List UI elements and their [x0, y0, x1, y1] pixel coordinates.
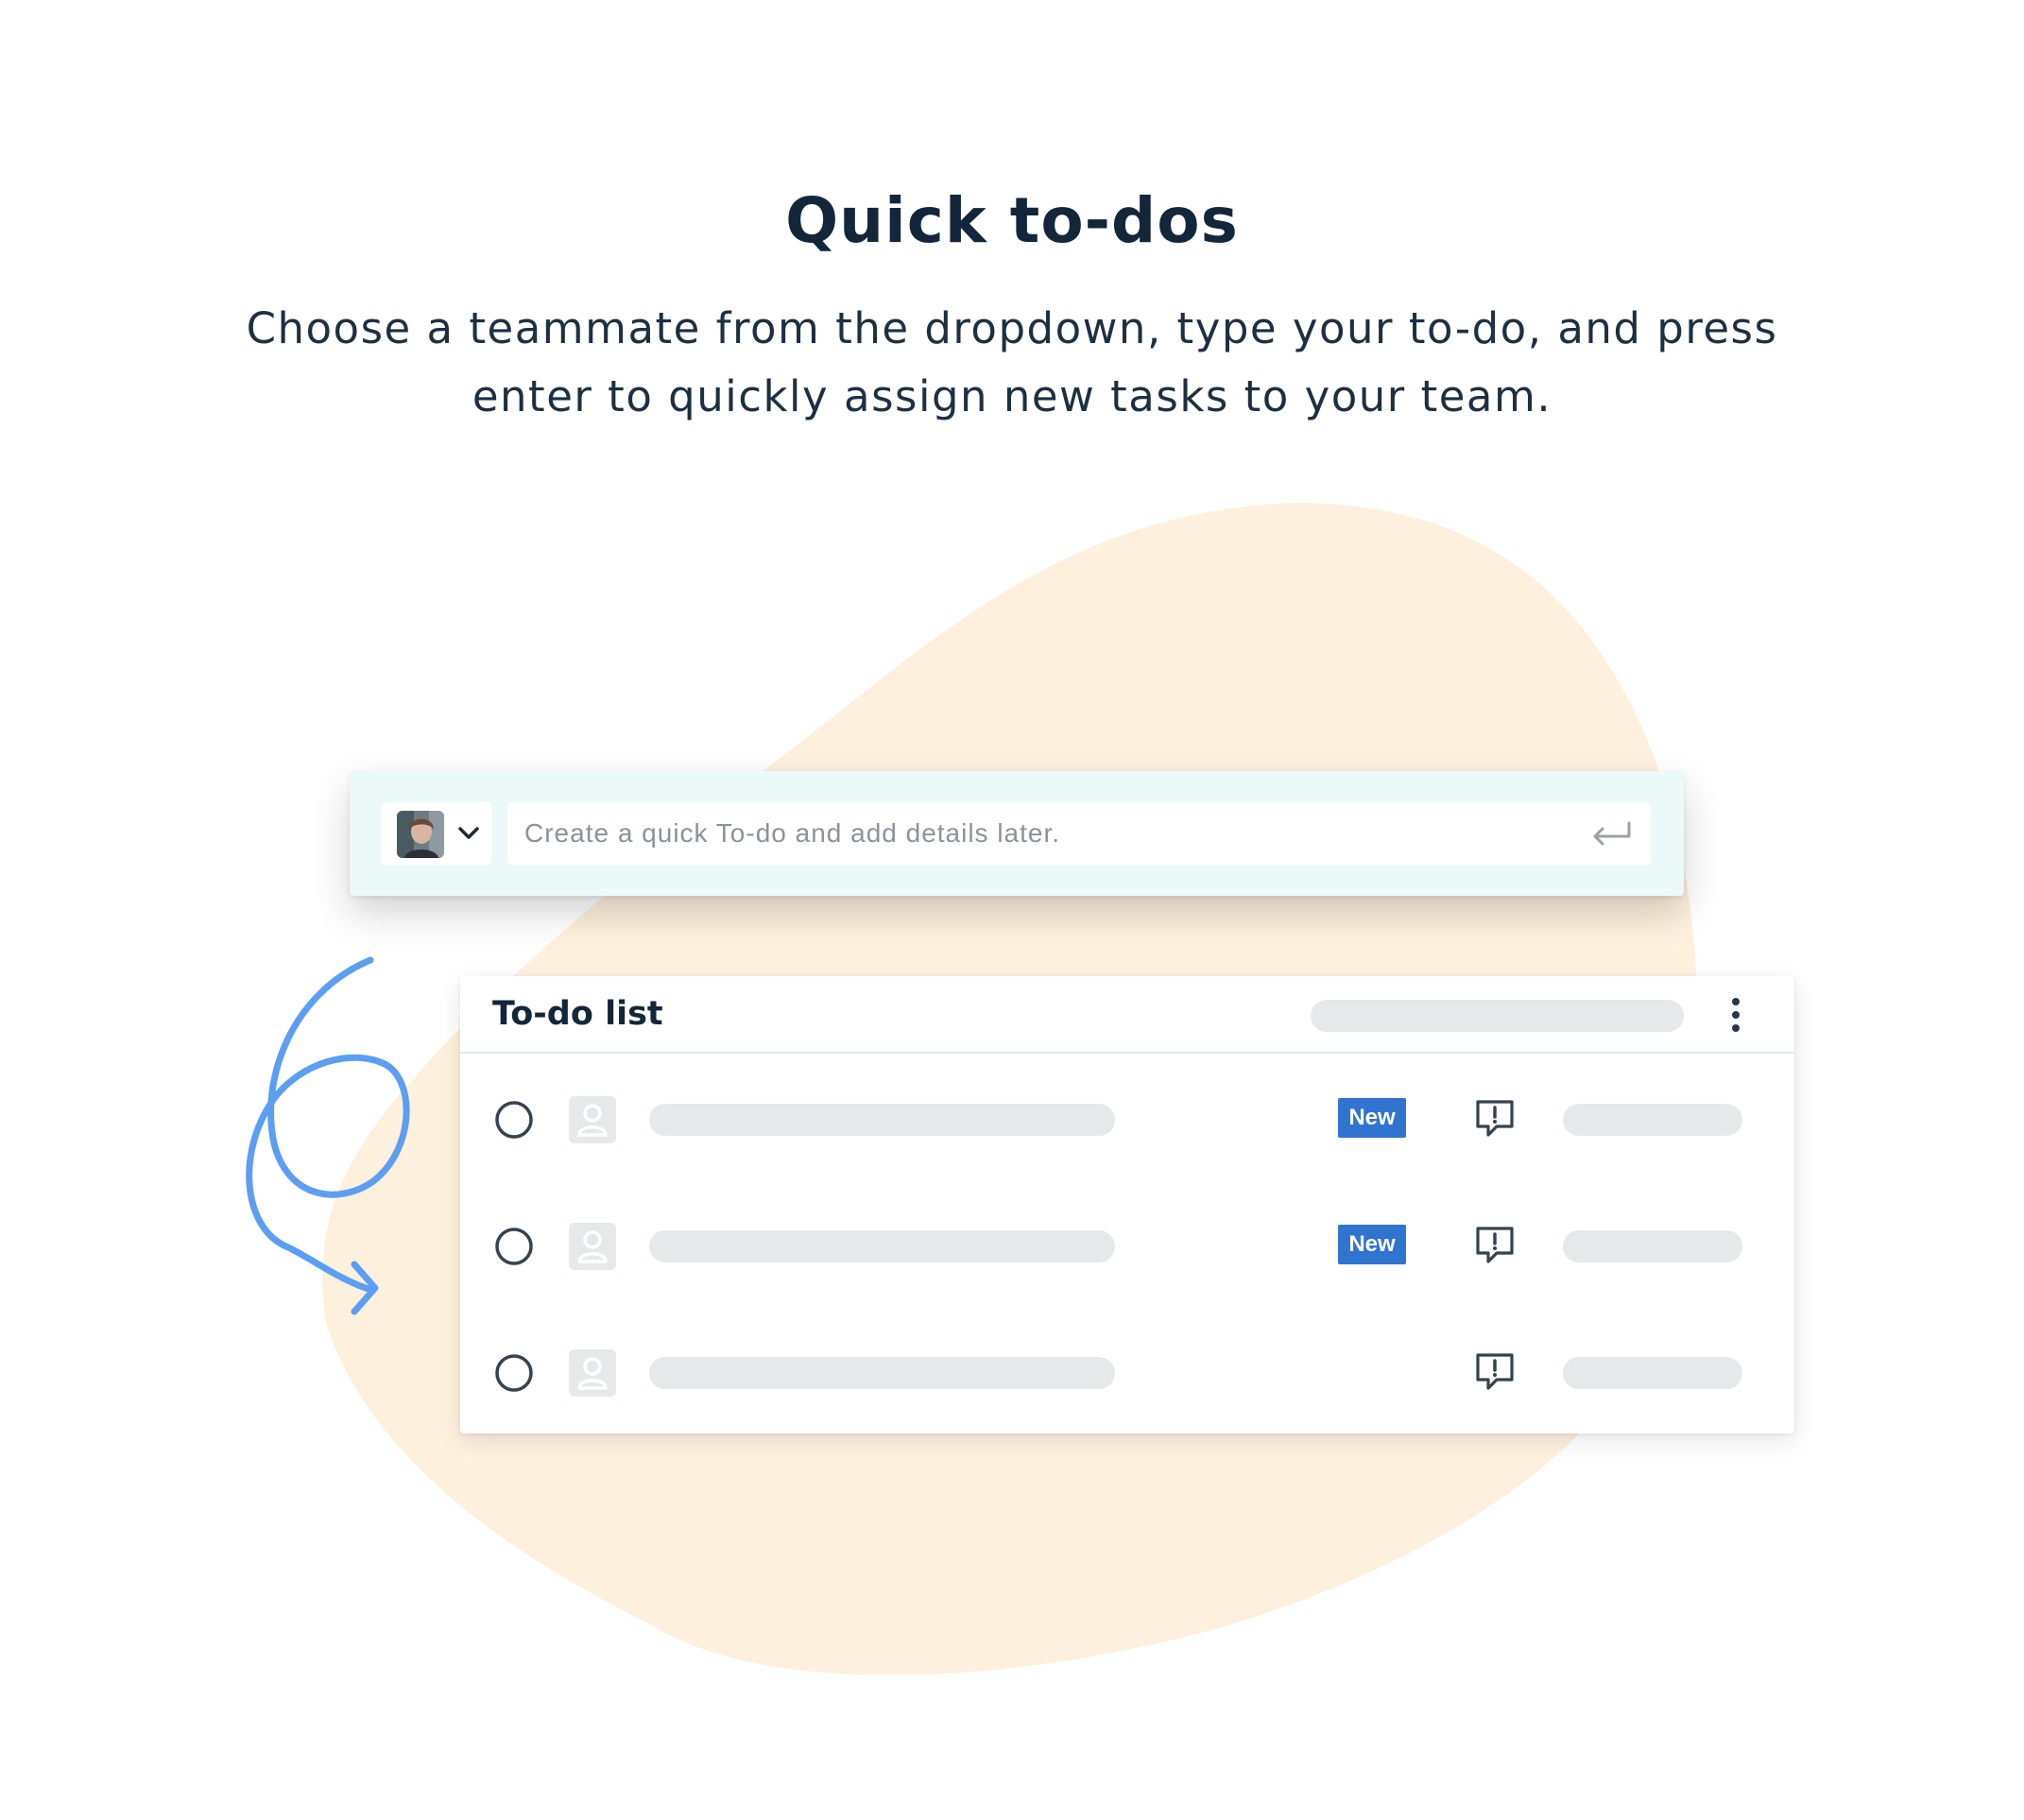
new-badge: New [1338, 1098, 1406, 1138]
todo-date-placeholder [1563, 1357, 1742, 1389]
more-vertical-icon[interactable] [1726, 995, 1745, 1035]
page-description: Choose a teammate from the dropdown, typ… [0, 295, 2024, 431]
description-line-1: Choose a teammate from the dropdown, typ… [246, 303, 1778, 353]
quick-todo-input[interactable] [507, 802, 1651, 865]
person-placeholder-icon [569, 1096, 616, 1143]
circle-checkbox-icon[interactable] [495, 1354, 533, 1392]
person-placeholder-icon [569, 1349, 616, 1397]
new-badge: New [1338, 1225, 1406, 1264]
description-line-2: enter to quickly assign new tasks to you… [472, 371, 1552, 421]
header-placeholder-bar [1311, 1000, 1684, 1032]
page-title: Quick to-dos [785, 184, 1239, 257]
todo-title-placeholder [649, 1104, 1115, 1136]
curly-arrow-icon [246, 956, 410, 1315]
chevron-down-icon [458, 827, 479, 839]
todo-row[interactable]: New [460, 1056, 1794, 1182]
quick-todo-composer [350, 771, 1684, 896]
assignee-dropdown[interactable] [381, 802, 492, 865]
person-placeholder-icon [569, 1223, 616, 1270]
comment-alert-icon[interactable] [1473, 1350, 1517, 1394]
todo-date-placeholder [1563, 1230, 1742, 1262]
todo-list-title: To-do list [492, 995, 663, 1033]
comment-alert-icon[interactable] [1473, 1224, 1517, 1267]
todo-row[interactable]: New [460, 1182, 1794, 1309]
circle-checkbox-icon[interactable] [495, 1228, 533, 1265]
todo-title-placeholder [649, 1357, 1115, 1389]
circle-checkbox-icon[interactable] [495, 1101, 533, 1139]
avatar [397, 811, 444, 858]
todo-list-header: To-do list [460, 976, 1794, 1054]
comment-alert-icon[interactable] [1473, 1097, 1517, 1141]
todo-title-placeholder [649, 1230, 1115, 1262]
todo-date-placeholder [1563, 1104, 1742, 1136]
enter-return-icon[interactable] [1589, 819, 1633, 848]
todo-row[interactable] [460, 1309, 1794, 1435]
todo-list-card: To-do list New New [460, 976, 1794, 1434]
